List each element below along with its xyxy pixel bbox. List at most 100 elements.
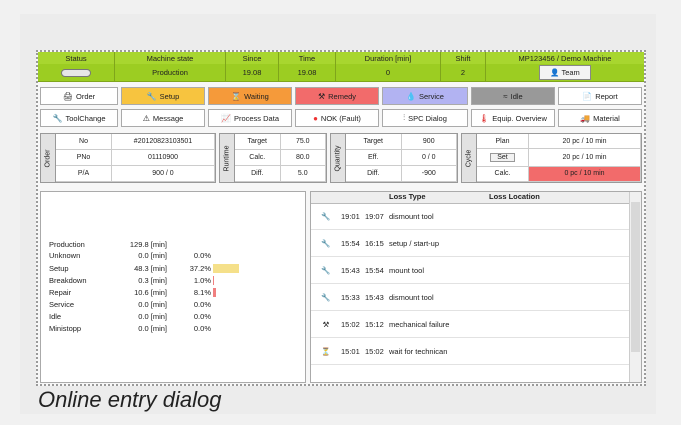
- stat-pct: [167, 240, 211, 249]
- quantity-target-label: Target: [346, 134, 402, 150]
- waiting-icon: ⌛: [231, 91, 242, 101]
- loss-type: dismount tool: [389, 292, 434, 302]
- loss-start: 15:33: [341, 292, 360, 302]
- stat-label: Idle: [49, 312, 62, 321]
- header-duration-label: Duration [min]: [336, 52, 441, 64]
- stat-label: Setup: [49, 264, 69, 273]
- machine-dialog-screen: Status Machine state Since Time Duration…: [36, 50, 646, 386]
- quantity-target-value: 900: [401, 134, 457, 150]
- runtime-panel-title: Runtime: [223, 144, 231, 172]
- spc-icon: ⫶: [403, 113, 406, 122]
- stat-pct: 0.0%: [193, 300, 211, 309]
- chart-icon: 📈: [221, 113, 231, 123]
- order-button[interactable]: 🖨 Order: [40, 87, 118, 105]
- stat-pct: 0.0%: [193, 312, 211, 321]
- action-buttons-row-2: 🔧 ToolChange ⚠ Message 📈 Process Data ● NOK …: [40, 109, 642, 127]
- loss-type: mount tool: [389, 265, 425, 275]
- loss-table-scrollbar[interactable]: [629, 192, 641, 382]
- team-button[interactable]: 👤 Team: [539, 65, 591, 80]
- idle-button[interactable]: ≈ Idle: [471, 87, 555, 105]
- remedy-button[interactable]: ⚒ Remedy: [295, 87, 379, 105]
- machine-state-value: Production: [115, 64, 226, 81]
- person-icon: 👤: [550, 68, 560, 77]
- table-row[interactable]: 🔧 15:43 15:54 mount tool: [311, 257, 629, 284]
- order-pa-value: 900 / 0: [112, 166, 215, 182]
- waiting-button[interactable]: ⌛ Waiting: [208, 87, 292, 105]
- quantity-panel: Quantity Target 900 Eff. 0 / 0 Diff. -900: [330, 133, 458, 183]
- report-button[interactable]: 📄 Report: [558, 87, 642, 105]
- stat-value: 0.3 [min]: [138, 276, 167, 285]
- equip-overview-label: Equip. Overview: [492, 113, 547, 123]
- header-since-label: Since: [226, 52, 279, 64]
- toolchange-label: ToolChange: [65, 113, 106, 123]
- loss-type: dismount tool: [389, 211, 434, 221]
- stat-pct: 0.0%: [193, 324, 211, 333]
- cycle-panel-label: Cycle: [462, 134, 477, 182]
- team-label: Team: [561, 68, 580, 77]
- setup-icon: 🔧: [321, 292, 331, 302]
- loss-type: setup / start-up: [389, 238, 440, 248]
- header-machine-label: MP123456 / Demo Machine: [518, 53, 612, 63]
- runtime-calc-value: 80.0: [280, 150, 326, 166]
- order-panel-title: Order: [44, 149, 52, 167]
- loss-type: wait for technican: [389, 346, 448, 356]
- stat-pct: 37.2%: [189, 264, 211, 273]
- cycle-calc-label: Calc.: [477, 166, 529, 182]
- runtime-panel: Runtime Target 75.0 Calc. 80.0 Diff. 5.0: [219, 133, 327, 183]
- waiting-label: Waiting: [244, 91, 269, 101]
- quantity-eff-label: Eff.: [346, 150, 402, 166]
- breakdown-bar: [213, 276, 214, 285]
- quantity-eff-value: 0 / 0: [401, 150, 457, 166]
- loss-type-header: Loss Type: [389, 192, 426, 201]
- stat-row-unknown: Unknown 0.0 [min] 0.0%: [49, 251, 211, 260]
- warning-icon: ⚠: [142, 113, 150, 123]
- scrollbar-thumb[interactable]: [631, 202, 640, 352]
- stat-pct: 8.1%: [193, 288, 211, 297]
- cycle-plan-label: Plan: [477, 134, 529, 150]
- service-button[interactable]: 💧 Service: [382, 87, 468, 105]
- header-machine-state-label: Machine state: [115, 52, 226, 64]
- table-row[interactable]: ⚒ 15:02 15:12 mechanical failure: [311, 311, 629, 338]
- toolchange-icon: 🔧: [52, 113, 63, 123]
- toolchange-button[interactable]: 🔧 ToolChange: [40, 109, 118, 127]
- material-button[interactable]: 🚚 Material: [558, 109, 642, 127]
- setup-icon: 🔧: [321, 265, 331, 275]
- stat-row-service: Service 0.0 [min] 0.0%: [49, 300, 211, 309]
- process-data-button[interactable]: 📈 Process Data: [208, 109, 292, 127]
- stat-row-setup: Setup 48.3 [min] 37.2%: [49, 264, 211, 273]
- message-button[interactable]: ⚠ Message: [121, 109, 205, 127]
- cycle-grid: Plan 20 pc / 10 min Set 20 pc / 10 min Cal…: [477, 134, 641, 182]
- loss-start: 15:54: [341, 238, 360, 248]
- red-dot-icon: ●: [313, 113, 318, 123]
- cycle-set-button[interactable]: Set: [490, 152, 515, 162]
- wait-icon: ⏳: [321, 346, 331, 356]
- runtime-calc-label: Calc.: [235, 150, 281, 166]
- table-row[interactable]: 🔧 15:33 15:43 dismount tool: [311, 284, 629, 311]
- message-label: Message: [152, 113, 184, 123]
- order-label: Order: [75, 91, 96, 101]
- cycle-calc-value: 0 pc / 10 min: [529, 166, 641, 182]
- loss-location-header: Loss Location: [489, 192, 540, 201]
- hammer-icon: ⚒: [322, 319, 330, 329]
- material-label: Material: [593, 113, 620, 123]
- stat-value: 0.0 [min]: [138, 324, 167, 333]
- table-row[interactable]: ⏳ 15:01 15:02 wait for technican: [311, 338, 629, 365]
- table-row[interactable]: 🔧 19:01 19:07 dismount tool: [311, 203, 629, 230]
- header-values: Production 19.08 19.08 0 2 👤 Team: [38, 64, 644, 82]
- setup-label: Setup: [159, 91, 180, 101]
- shift-value: 2: [441, 64, 486, 81]
- setup-button[interactable]: 🔧 Setup: [121, 87, 205, 105]
- equip-overview-button[interactable]: 🌡 Equip. Overview: [471, 109, 555, 127]
- setup-icon: 🔧: [321, 238, 331, 248]
- runtime-diff-value: 5.0: [280, 166, 326, 182]
- caption: Online entry dialog: [38, 387, 222, 412]
- nok-fault-button[interactable]: ● NOK (Fault): [295, 109, 379, 127]
- header-icon-col: [311, 192, 341, 203]
- table-row[interactable]: 🔧 15:54 16:15 setup / start-up: [311, 230, 629, 257]
- stat-row-production: Production 129.8 [min]: [49, 240, 211, 249]
- stat-row-repair: Repair 10.6 [min] 8.1%: [49, 288, 211, 297]
- spc-dialog-button[interactable]: ⫶ SPC Dialog: [382, 109, 468, 127]
- cycle-set-value: 20 pc / 10 min: [529, 149, 641, 167]
- since-value: 19.08: [226, 64, 279, 81]
- runtime-target-label: Target: [235, 134, 281, 150]
